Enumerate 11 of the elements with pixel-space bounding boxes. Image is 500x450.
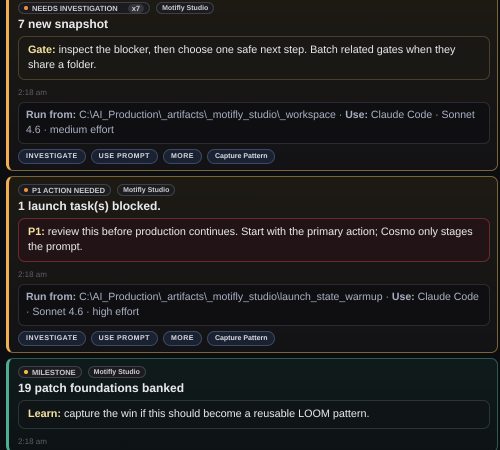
timestamp: 2:18 am <box>18 88 48 97</box>
run-info: Run from: C:\AI_Production\_artifacts\_motifly_studio\_workspace · Use: Claude Code · Sonnet 4.6 · medium effort <box>18 102 490 144</box>
card-title: 19 patch foundations banked <box>18 381 186 395</box>
card-title: 7 new snapshot <box>18 17 110 31</box>
card-title: 1 launch task(s) blocked. <box>18 199 162 213</box>
run-info: Run from: C:\AI_Production\_artifacts\_motifly_studio\launch_state_warmup · Use: Claude Code · Sonnet 4.6 · high effort <box>18 284 490 326</box>
callout-text: P1: review this before production continues. Start with the primary action; Cosmo only stages the prompt. <box>18 218 490 262</box>
timestamp: 2:18 am <box>18 270 48 279</box>
callout-text: Gate: inspect the blocker, then choose one safe next step. Batch related gates when they share a folder. <box>18 36 490 80</box>
timestamp: 2:18 am <box>18 437 48 446</box>
callout-text: Learn: capture the win if this should become a reusable LOOM pattern. <box>18 400 490 429</box>
